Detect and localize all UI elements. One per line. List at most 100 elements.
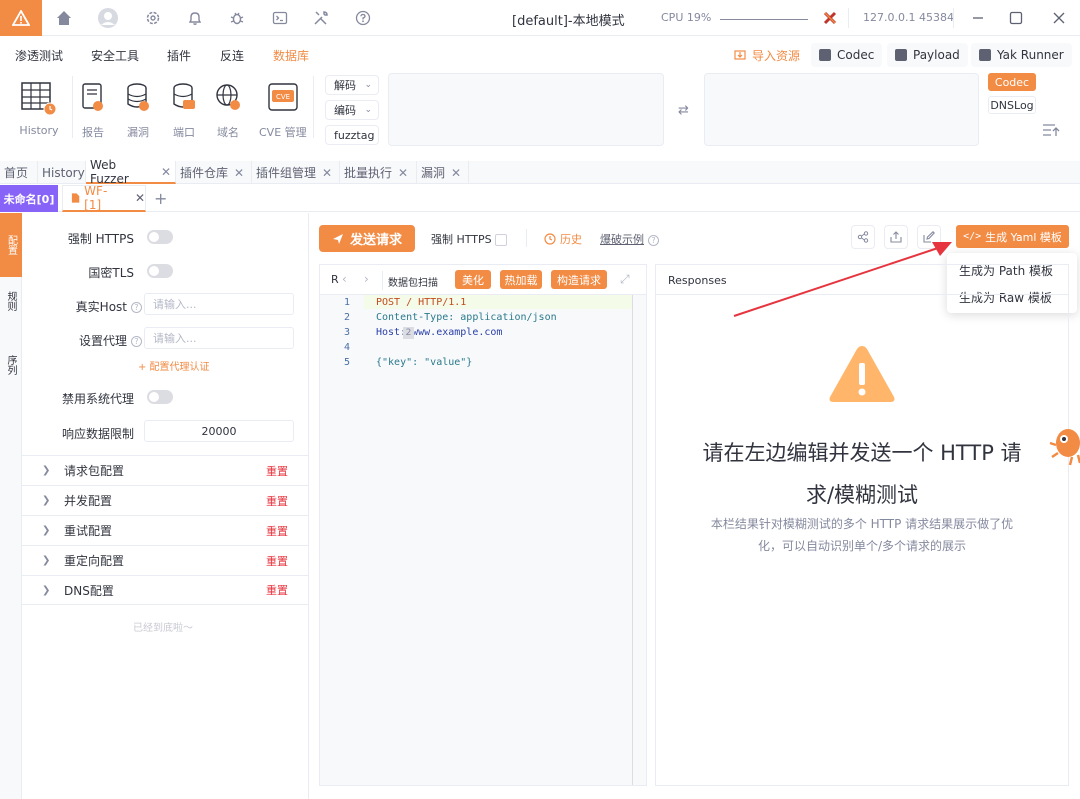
force-https-toggle[interactable] xyxy=(147,230,173,244)
disable-sys-proxy-toggle[interactable] xyxy=(147,390,173,404)
chevron-right-icon[interactable]: › xyxy=(364,272,369,286)
reset-button[interactable]: 重置 xyxy=(266,523,288,539)
reset-button[interactable]: 重置 xyxy=(266,463,288,479)
menu-database[interactable]: 数据库 xyxy=(273,47,309,64)
group-request[interactable]: ❯ 请求包配置 重置 xyxy=(22,455,308,485)
tab-wf-1[interactable]: WF-[1] ✕ xyxy=(62,184,146,212)
generate-yaml-button[interactable]: </> 生成 Yaml 模板 xyxy=(956,225,1069,248)
annotation-arrow-icon xyxy=(733,242,952,317)
reset-button[interactable]: 重置 xyxy=(266,582,288,598)
close-icon[interactable]: ✕ xyxy=(451,166,461,180)
fullscreen-icon[interactable]: ⤢ xyxy=(620,272,630,287)
user-avatar-icon[interactable] xyxy=(96,6,120,30)
chevron-right-icon: ❯ xyxy=(42,495,51,506)
close-icon[interactable]: ✕ xyxy=(161,165,171,179)
import-resource-button[interactable]: 导入资源 xyxy=(726,43,808,67)
checkbox[interactable] xyxy=(495,234,508,246)
resp-limit-input[interactable]: 20000 xyxy=(144,420,294,442)
tools-icon[interactable] xyxy=(309,6,333,30)
gm-tls-toggle[interactable] xyxy=(147,264,173,278)
codec-output-area[interactable] xyxy=(704,73,979,146)
group-dns[interactable]: ❯ DNS配置 重置 xyxy=(22,575,308,605)
resp-limit-label: 响应数据限制 xyxy=(61,427,134,441)
rail-rules[interactable]: 规则 xyxy=(3,291,18,311)
codec-button[interactable]: Codec xyxy=(811,43,883,67)
rail-config[interactable]: 配置 xyxy=(0,213,22,277)
force-https-label: 强制 HTTPS xyxy=(67,232,134,246)
tab-batch-exec[interactable]: 批量执行 ✕ xyxy=(340,161,417,184)
proxy-auth-link[interactable]: + 配置代理认证 xyxy=(138,358,210,373)
bell-icon[interactable] xyxy=(183,6,207,30)
help-icon[interactable] xyxy=(351,6,375,30)
tool-history[interactable]: History xyxy=(19,80,59,137)
tool-vulnerability[interactable]: 漏洞 xyxy=(124,80,152,140)
chevron-right-icon: ❯ xyxy=(42,465,51,476)
beautify-button[interactable]: 美化 xyxy=(455,270,491,289)
tab-history[interactable]: History xyxy=(38,161,86,184)
engine-link-icon[interactable] xyxy=(822,10,838,26)
terminal-icon[interactable] xyxy=(268,6,292,30)
chevron-left-icon[interactable]: ‹ xyxy=(342,272,347,286)
tab-plugin-store[interactable]: 插件仓库 ✕ xyxy=(176,161,252,184)
codec-input-area[interactable] xyxy=(388,73,664,146)
group-redirect[interactable]: ❯ 重定向配置 重置 xyxy=(22,545,308,575)
payload-button[interactable]: Payload xyxy=(887,43,968,67)
reset-button[interactable]: 重置 xyxy=(266,493,288,509)
group-retry[interactable]: ❯ 重试配置 重置 xyxy=(22,515,308,545)
chevron-right-icon: ❯ xyxy=(42,555,51,566)
editor-body[interactable]: 1 2 3 4 5 POST / HTTP/1.1 Content-Type: … xyxy=(320,295,646,785)
swap-icon[interactable]: ⇄ xyxy=(678,103,689,118)
menu-security-tools[interactable]: 安全工具 xyxy=(91,47,139,64)
gear-icon[interactable] xyxy=(141,6,165,30)
tool-port[interactable]: 端口 xyxy=(170,80,198,140)
tab-group-unnamed[interactable]: 未命名[0] xyxy=(0,185,58,212)
fuzztag-button[interactable]: fuzztag xyxy=(325,125,379,145)
collapse-toolbar-icon[interactable] xyxy=(1042,122,1060,138)
reset-button[interactable]: 重置 xyxy=(266,553,288,569)
tool-domain[interactable]: 域名 xyxy=(214,80,242,140)
packet-scan-button[interactable]: 数据包扫描 xyxy=(388,274,438,289)
close-icon[interactable]: ✕ xyxy=(135,191,145,205)
force-https-checkbox[interactable]: 强制 HTTPS xyxy=(431,231,508,247)
tab-vulnerability[interactable]: 漏洞 ✕ xyxy=(417,161,469,184)
yakit-logo-icon[interactable] xyxy=(0,0,42,36)
close-icon[interactable] xyxy=(1047,6,1071,30)
bug-icon[interactable] xyxy=(225,6,249,30)
host-badge: 2 xyxy=(403,327,414,339)
tab-home[interactable]: 首页 xyxy=(0,161,38,184)
close-icon[interactable]: ✕ xyxy=(234,166,244,180)
tab-plugin-group[interactable]: 插件组管理 ✕ xyxy=(252,161,340,184)
decode-select[interactable]: 解码 ⌄ xyxy=(325,75,379,95)
home-icon[interactable] xyxy=(52,6,76,30)
report-icon xyxy=(82,83,103,111)
menu-pentest[interactable]: 渗透测试 xyxy=(15,47,63,64)
tool-cve[interactable]: CVE CVE 管理 xyxy=(259,80,307,140)
mascot-icon xyxy=(1048,423,1080,467)
port-db-icon xyxy=(173,83,195,109)
dnslog-tag[interactable]: DNSLog xyxy=(988,96,1036,114)
hot-patch-button[interactable]: 热加载 xyxy=(500,270,542,289)
real-host-input[interactable]: 请输入... xyxy=(144,293,294,315)
menu-reverse[interactable]: 反连 xyxy=(220,47,244,64)
proxy-input[interactable]: 请输入... xyxy=(144,327,294,349)
tab-web-fuzzer[interactable]: Web Fuzzer ✕ xyxy=(86,158,176,186)
send-request-button[interactable]: 发送请求 xyxy=(319,225,415,252)
brute-example-link[interactable]: 爆破示例? xyxy=(600,231,659,247)
history-button[interactable]: 历史 xyxy=(544,231,582,247)
encode-select[interactable]: 编码 ⌄ xyxy=(325,100,379,120)
close-icon[interactable]: ✕ xyxy=(398,166,408,180)
build-request-button[interactable]: 构造请求 xyxy=(551,270,607,289)
minimize-icon[interactable] xyxy=(966,6,990,30)
group-concurrency[interactable]: ❯ 并发配置 重置 xyxy=(22,485,308,515)
maximize-icon[interactable] xyxy=(1004,6,1028,30)
history-table-icon xyxy=(21,82,57,116)
yak-runner-button[interactable]: Yak Runner xyxy=(971,43,1072,67)
close-icon[interactable]: ✕ xyxy=(322,166,332,180)
add-tab-icon[interactable]: + xyxy=(154,189,167,208)
codec-tag[interactable]: Codec xyxy=(988,73,1036,91)
main-tabs: 首页 History Web Fuzzer ✕ 插件仓库 ✕ 插件组管理 ✕ 批量执行… xyxy=(0,158,1080,186)
rail-sequence[interactable]: 序列 xyxy=(3,355,18,375)
tool-report[interactable]: 报告 xyxy=(79,80,107,140)
menu-plugins[interactable]: 插件 xyxy=(167,47,191,64)
gm-tls-label: 国密TLS xyxy=(88,266,134,280)
